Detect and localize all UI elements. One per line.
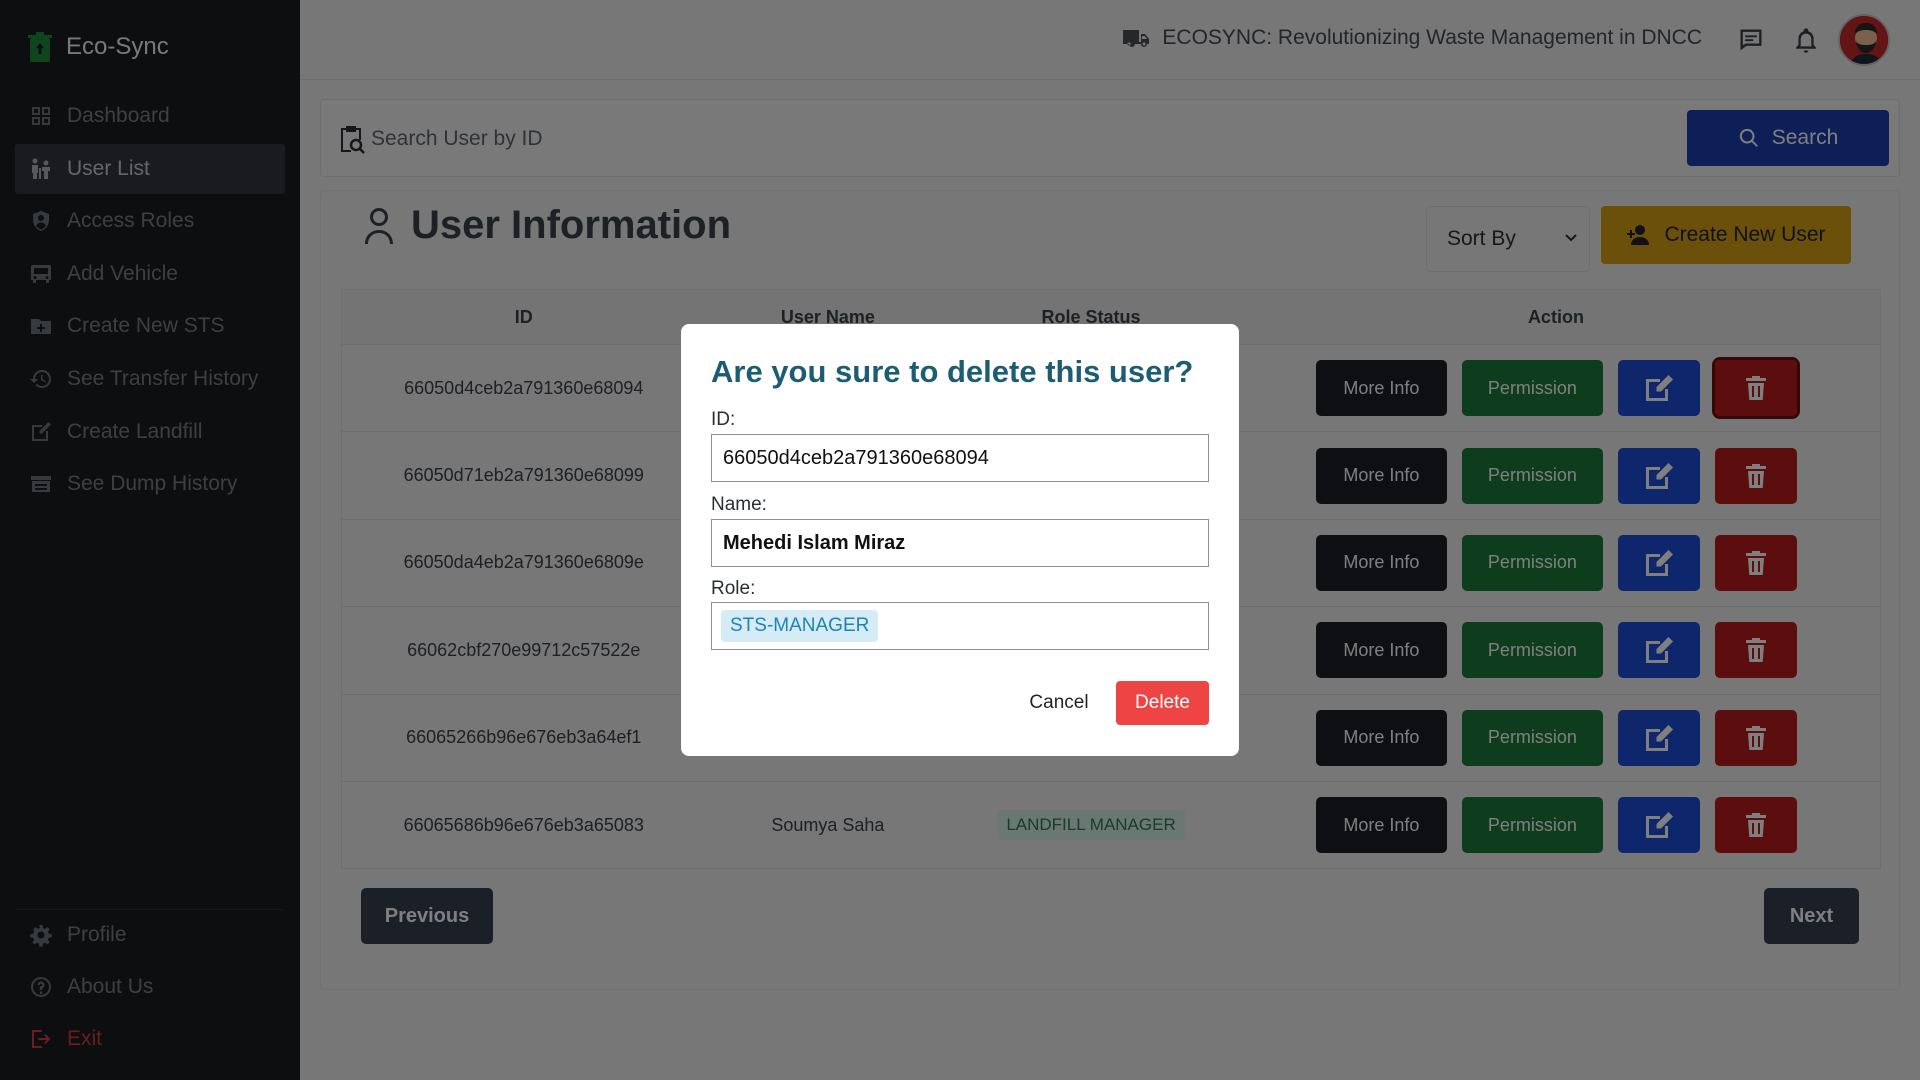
delete-confirm-dialog: Are you sure to delete this user? ID: 66… bbox=[681, 324, 1239, 756]
name-label: Name: bbox=[711, 494, 767, 515]
role-tag: STS-MANAGER bbox=[721, 610, 879, 642]
delete-button[interactable]: Delete bbox=[1116, 681, 1209, 725]
role-label: Role: bbox=[711, 578, 756, 599]
modal-backdrop[interactable]: Are you sure to delete this user? ID: 66… bbox=[0, 0, 1920, 1080]
cancel-button[interactable]: Cancel bbox=[1019, 681, 1099, 725]
role-field[interactable]: STS-MANAGER bbox=[711, 602, 1209, 650]
id-label: ID: bbox=[711, 409, 736, 430]
name-field[interactable]: Mehedi Islam Miraz bbox=[711, 519, 1209, 567]
dialog-title: Are you sure to delete this user? bbox=[711, 354, 1194, 389]
id-field[interactable]: 66050d4ceb2a791360e68094 bbox=[711, 434, 1209, 482]
